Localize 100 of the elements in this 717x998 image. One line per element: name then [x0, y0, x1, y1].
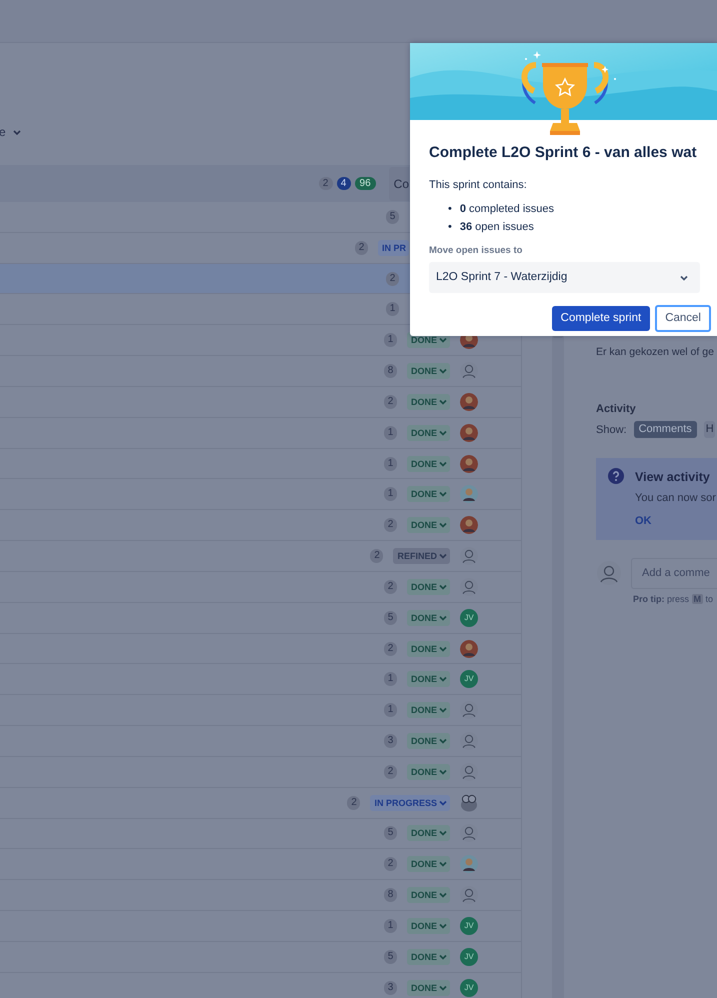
story-points-badge: 2	[347, 796, 360, 810]
avatar: JV	[460, 948, 478, 966]
story-points-badge: 2	[384, 394, 397, 409]
status-dropdown[interactable]: DONE	[406, 640, 450, 656]
activity-filter-tab[interactable]: H	[704, 421, 715, 438]
issue-count-badge: 96	[354, 177, 376, 190]
chevron-down-icon	[439, 738, 447, 744]
issue-count-badge: 4	[336, 177, 351, 190]
status-dropdown[interactable]: DONE	[406, 702, 450, 718]
status-dropdown[interactable]: IN PR	[378, 240, 409, 256]
story-points-badge: 3	[384, 980, 397, 995]
cancel-button[interactable]: Cancel	[655, 305, 711, 332]
story-points-badge: 2	[370, 549, 384, 564]
description-text: Er kan gekozen wel of ge	[596, 345, 715, 360]
ok-link[interactable]: OK	[635, 512, 652, 529]
issue-row[interactable]: 2 DONE	[0, 386, 521, 418]
story-points-badge: 2	[354, 240, 368, 255]
status-dropdown[interactable]: DONE	[406, 918, 450, 934]
status-dropdown[interactable]: REFINED	[393, 548, 450, 564]
status-dropdown[interactable]: DONE	[406, 856, 450, 872]
comment-field[interactable]: Add a comme	[631, 558, 717, 588]
intro-text: This sprint contains:	[429, 178, 528, 192]
chevron-down-icon	[439, 830, 447, 836]
avatar: JV	[460, 916, 478, 935]
story-points-badge: 1	[384, 487, 397, 502]
issue-row[interactable]: 8 DONE	[0, 356, 521, 387]
issue-row[interactable]: 5 DONE JV	[0, 942, 521, 973]
chevron-down-icon	[439, 861, 447, 868]
status-dropdown[interactable]: DONE	[406, 363, 450, 380]
dialog-title: Complete L2O Sprint 6 - van alles wat	[429, 143, 698, 163]
complete-sprint-button[interactable]: Co	[388, 166, 409, 200]
chevron-down-icon	[439, 768, 447, 775]
status-dropdown[interactable]: DONE	[406, 517, 450, 534]
issue-row[interactable]: 1 DONE JV	[0, 664, 521, 696]
chevron-down-icon	[439, 368, 447, 374]
issue-row[interactable]: 2 DONE	[0, 510, 521, 542]
issue-row[interactable]: 2 DONE	[0, 634, 521, 664]
status-dropdown[interactable]: DONE	[406, 887, 450, 904]
story-points-badge: 8	[384, 888, 397, 902]
chevron-down-icon	[439, 553, 447, 560]
story-points-badge: 1	[384, 672, 397, 686]
chevron-down-icon	[439, 707, 447, 714]
story-points-badge: 5	[384, 950, 397, 964]
info-text: You can now sor	[635, 491, 716, 506]
status-dropdown[interactable]: DONE	[406, 456, 450, 472]
issue-row[interactable]: 1 DONE	[0, 479, 521, 510]
issue-row[interactable]: 1 DONE	[0, 695, 521, 726]
chevron-down-icon	[439, 614, 447, 621]
status-dropdown[interactable]: DONE	[406, 394, 450, 410]
story-points-badge: 2	[384, 642, 397, 656]
avatar	[460, 794, 478, 812]
avatar	[460, 547, 478, 566]
issue-row[interactable]: 3 DONE JV	[0, 972, 521, 998]
story-points-badge: 5	[386, 210, 399, 224]
status-dropdown[interactable]: IN PROGRESS	[370, 794, 450, 811]
status-dropdown[interactable]: DONE	[406, 424, 450, 441]
chevron-down-icon	[439, 430, 447, 436]
chevron-down-icon	[439, 892, 447, 898]
status-dropdown[interactable]: DONE	[406, 732, 450, 749]
avatar: JV	[460, 608, 478, 627]
activity-filter-tab[interactable]: Comments	[634, 421, 697, 438]
chevron-down-icon	[439, 676, 447, 682]
issue-row[interactable]: 2 DONE	[0, 756, 521, 788]
story-points-badge: 5	[384, 610, 397, 625]
story-points-badge: 2	[384, 518, 397, 532]
status-dropdown[interactable]: DONE	[406, 825, 450, 842]
issue-row[interactable]: 5 DONE JV	[0, 602, 521, 634]
status-dropdown[interactable]: DONE	[406, 610, 450, 626]
help-icon	[608, 468, 624, 484]
issue-row[interactable]: 3 DONE	[0, 726, 521, 757]
status-dropdown[interactable]: DONE	[406, 578, 450, 595]
story-points-badge: 3	[384, 734, 397, 748]
issue-row[interactable]: 2 DONE	[0, 849, 521, 880]
issue-row[interactable]: 1 DONE	[0, 418, 521, 449]
field-label: Move open issues to	[429, 244, 524, 258]
activity-heading: Activity	[596, 402, 637, 417]
status-dropdown[interactable]: DONE	[406, 764, 450, 780]
status-dropdown[interactable]: DONE	[406, 948, 450, 965]
issue-row[interactable]: 2 IN PROGRESS	[0, 788, 521, 819]
avatar	[460, 362, 478, 380]
issue-row[interactable]: 2 DONE	[0, 572, 521, 603]
issue-row[interactable]: 8 DONE	[0, 880, 521, 912]
show-label: Show:	[596, 422, 627, 438]
status-dropdown[interactable]: DONE	[406, 980, 450, 996]
chevron-down-icon	[439, 522, 447, 528]
story-points-badge: 1	[384, 333, 397, 348]
issue-row[interactable]: 5 DONE	[0, 818, 521, 850]
issue-row[interactable]: 1 DONE JV	[0, 911, 521, 942]
avatar: JV	[460, 670, 478, 688]
story-points-badge: 5	[384, 826, 397, 840]
issue-row[interactable]: 1 DONE	[0, 448, 521, 480]
status-dropdown[interactable]: DONE	[406, 486, 450, 502]
complete-sprint-button[interactable]: Complete sprint	[552, 306, 650, 332]
sprint-select[interactable]: L2O Sprint 7 - Waterzijdig	[429, 262, 700, 294]
chevron-down-icon[interactable]	[12, 130, 21, 136]
chevron-down-icon	[439, 398, 447, 405]
status-dropdown[interactable]: DONE	[406, 671, 450, 688]
issue-row[interactable]: 2 REFINED	[0, 541, 521, 572]
avatar	[460, 701, 478, 720]
bullet: •	[448, 202, 452, 217]
